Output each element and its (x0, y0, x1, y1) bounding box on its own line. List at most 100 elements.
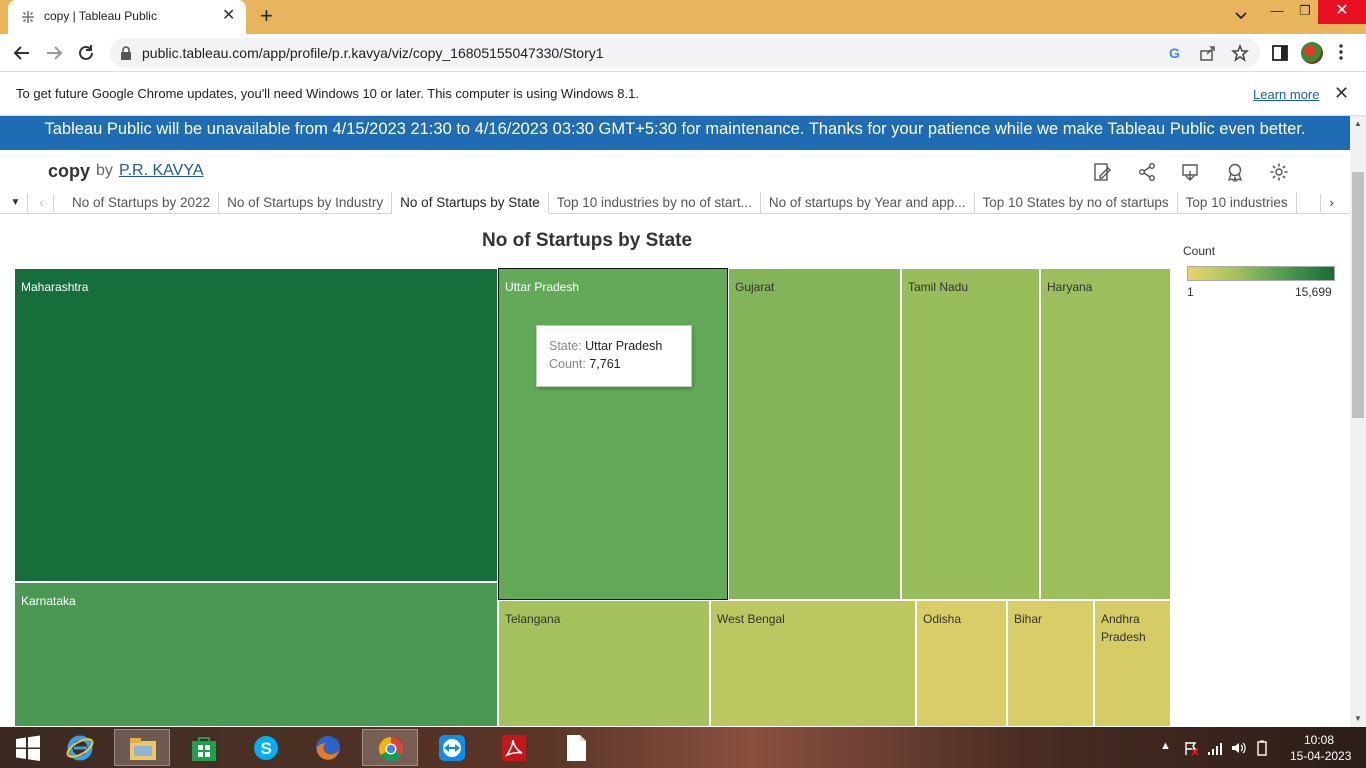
story-tab[interactable]: Top 10 States by no of startups (975, 192, 1178, 214)
profile-avatar[interactable] (1301, 42, 1323, 64)
author-link[interactable]: P.R. KAVYA (119, 162, 203, 180)
address-bar[interactable]: public.tableau.com/app/profile/p.r.kavya… (110, 38, 1260, 68)
story-navigator: ▼ ‹ No of Startups by 2022 No of Startups… (0, 192, 1350, 214)
maximize-button[interactable]: ❐ (1292, 0, 1318, 24)
treemap-cell-label: Telangana (505, 612, 561, 626)
firefox-taskbar[interactable] (300, 729, 356, 766)
tooltip-state-key: State: (549, 339, 582, 353)
share-icon[interactable] (1137, 162, 1157, 182)
store-icon (192, 737, 216, 761)
treemap-cell-label: Andhra Pradesh (1101, 612, 1146, 644)
treemap-cell-bihar[interactable]: Bihar (1007, 600, 1094, 727)
volume-icon[interactable] (1230, 740, 1246, 756)
scroll-up-arrow[interactable]: ▲ (1350, 118, 1366, 130)
update-infobar: To get future Google Chrome updates, you… (0, 72, 1366, 116)
story-tabs: No of Startups by 2022 No of Startups by … (64, 192, 1320, 214)
start-button[interactable] (0, 729, 56, 766)
scroll-thumb[interactable] (1352, 172, 1364, 418)
firefox-icon (316, 736, 340, 760)
tab-search-icon[interactable] (1232, 6, 1250, 24)
infobar-message: To get future Google Chrome updates, you… (16, 86, 639, 101)
pdf-icon (502, 735, 526, 761)
viz-titlebar: copy by P.R. KAVYA (0, 150, 1350, 192)
story-tab[interactable]: No of startups by Year and app... (761, 192, 975, 214)
sheet-title: No of Startups by State (482, 230, 693, 251)
url-text[interactable]: public.tableau.com/app/profile/p.r.kavya… (142, 45, 604, 61)
chrome-taskbar[interactable] (362, 729, 418, 766)
viz-name: copy (48, 161, 91, 181)
file-explorer-taskbar[interactable] (114, 729, 170, 766)
settings-gear-icon[interactable] (1269, 162, 1289, 182)
back-arrow-icon[interactable] (11, 42, 33, 64)
story-tab[interactable]: Top 10 industries by no of start... (549, 192, 761, 214)
blank-file-taskbar[interactable] (548, 729, 604, 766)
tray-overflow-icon[interactable]: ▲ (1160, 740, 1171, 752)
treemap-cell-uttar-pradesh[interactable]: Uttar Pradesh (498, 268, 728, 600)
windows-logo-icon (16, 735, 40, 761)
treemap-cell-label: Odisha (923, 612, 962, 626)
google-translate-icon[interactable]: G (1167, 44, 1185, 62)
treemap-cell-gujarat[interactable]: Gujarat (728, 268, 901, 600)
reload-icon[interactable] (75, 42, 97, 64)
treemap-cell-haryana[interactable]: Haryana (1040, 268, 1171, 600)
treemap-cell-telangana[interactable]: Telangana (498, 600, 710, 727)
learn-more-link[interactable]: Learn more (1253, 87, 1319, 102)
minimize-button[interactable]: — (1262, 0, 1292, 24)
tooltip: State: Uttar Pradesh Count: 7,761 (536, 325, 692, 387)
menu-kebab-icon[interactable] (1338, 42, 1344, 62)
browser-tab-strip: copy | Tableau Public ✕ + — ❐ ✕ (0, 0, 1366, 34)
signal-icon[interactable] (1207, 740, 1223, 756)
treemap-cell-maharashtra[interactable]: Maharashtra (14, 268, 498, 582)
treemap-cell-tamil-nadu[interactable]: Tamil Nadu (901, 268, 1040, 600)
treemap-cell-andhra-pradesh[interactable]: Andhra Pradesh (1094, 600, 1171, 727)
story-prev-arrow[interactable]: ‹ (30, 194, 54, 212)
browser-toolbar: public.tableau.com/app/profile/p.r.kavya… (0, 34, 1366, 72)
teamviewer-taskbar[interactable] (424, 729, 480, 766)
legend-min-label: 1 (1187, 285, 1194, 299)
treemap-cell-odisha[interactable]: Odisha (916, 600, 1007, 727)
adobe-reader-taskbar[interactable] (486, 729, 542, 766)
bookmark-star-icon[interactable] (1231, 44, 1249, 62)
story-tab[interactable]: Top 10 industries (1178, 192, 1297, 214)
browser-tab[interactable]: copy | Tableau Public ✕ (8, 0, 246, 34)
story-tab[interactable]: No of Startups by Industry (219, 192, 393, 214)
side-panel-icon[interactable] (1270, 43, 1290, 63)
story-tab[interactable]: No of Startups by 2022 (64, 192, 220, 214)
store-taskbar[interactable] (176, 729, 232, 766)
lock-icon[interactable] (120, 46, 132, 60)
story-tab[interactable]: No of Startups by State (392, 192, 549, 214)
internet-explorer-taskbar[interactable] (52, 729, 108, 766)
treemap-cell-label: Maharashtra (21, 280, 89, 294)
story-dropdown-icon[interactable]: ▼ (4, 194, 28, 212)
by-label: by (96, 162, 113, 179)
legend-title: Count (1183, 244, 1216, 258)
skype-icon: S (254, 736, 278, 760)
chrome-icon (378, 737, 403, 762)
color-legend-bar (1187, 266, 1335, 281)
clock-date[interactable]: 15-04-2023 (1290, 749, 1351, 763)
clock-time[interactable]: 10:08 (1304, 733, 1334, 747)
tableau-page: Tableau Public will be unavailable from … (0, 116, 1350, 727)
new-tab-button[interactable]: + (260, 4, 273, 28)
forward-arrow-icon[interactable] (43, 42, 65, 64)
infobar-close-icon[interactable]: ✕ (1334, 83, 1349, 104)
windows-taskbar: S ▲ 10:08 15-04-2023 (0, 727, 1366, 768)
favorite-badge-icon[interactable] (1225, 162, 1245, 182)
download-icon[interactable] (1180, 162, 1200, 182)
treemap-cell-label: Uttar Pradesh (505, 280, 580, 294)
treemap-cell-west-bengal[interactable]: West Bengal (710, 600, 916, 727)
treemap-cell-karnataka[interactable]: Karnataka (14, 582, 498, 727)
internet-explorer-icon (66, 735, 94, 761)
skype-taskbar[interactable]: S (238, 729, 294, 766)
story-next-arrow[interactable]: › (1320, 194, 1342, 212)
action-center-flag-icon[interactable] (1183, 740, 1199, 756)
edit-icon[interactable] (1092, 162, 1112, 182)
teamviewer-icon (439, 735, 465, 761)
scroll-down-arrow[interactable]: ▼ (1350, 713, 1366, 725)
legend-max-label: 15,699 (1295, 285, 1332, 299)
battery-icon[interactable] (1254, 740, 1270, 756)
close-window-button[interactable]: ✕ (1318, 0, 1366, 24)
close-tab-icon[interactable]: ✕ (222, 7, 235, 25)
page-scrollbar[interactable]: ▲ ▼ (1350, 116, 1366, 727)
share-icon[interactable] (1199, 44, 1217, 62)
